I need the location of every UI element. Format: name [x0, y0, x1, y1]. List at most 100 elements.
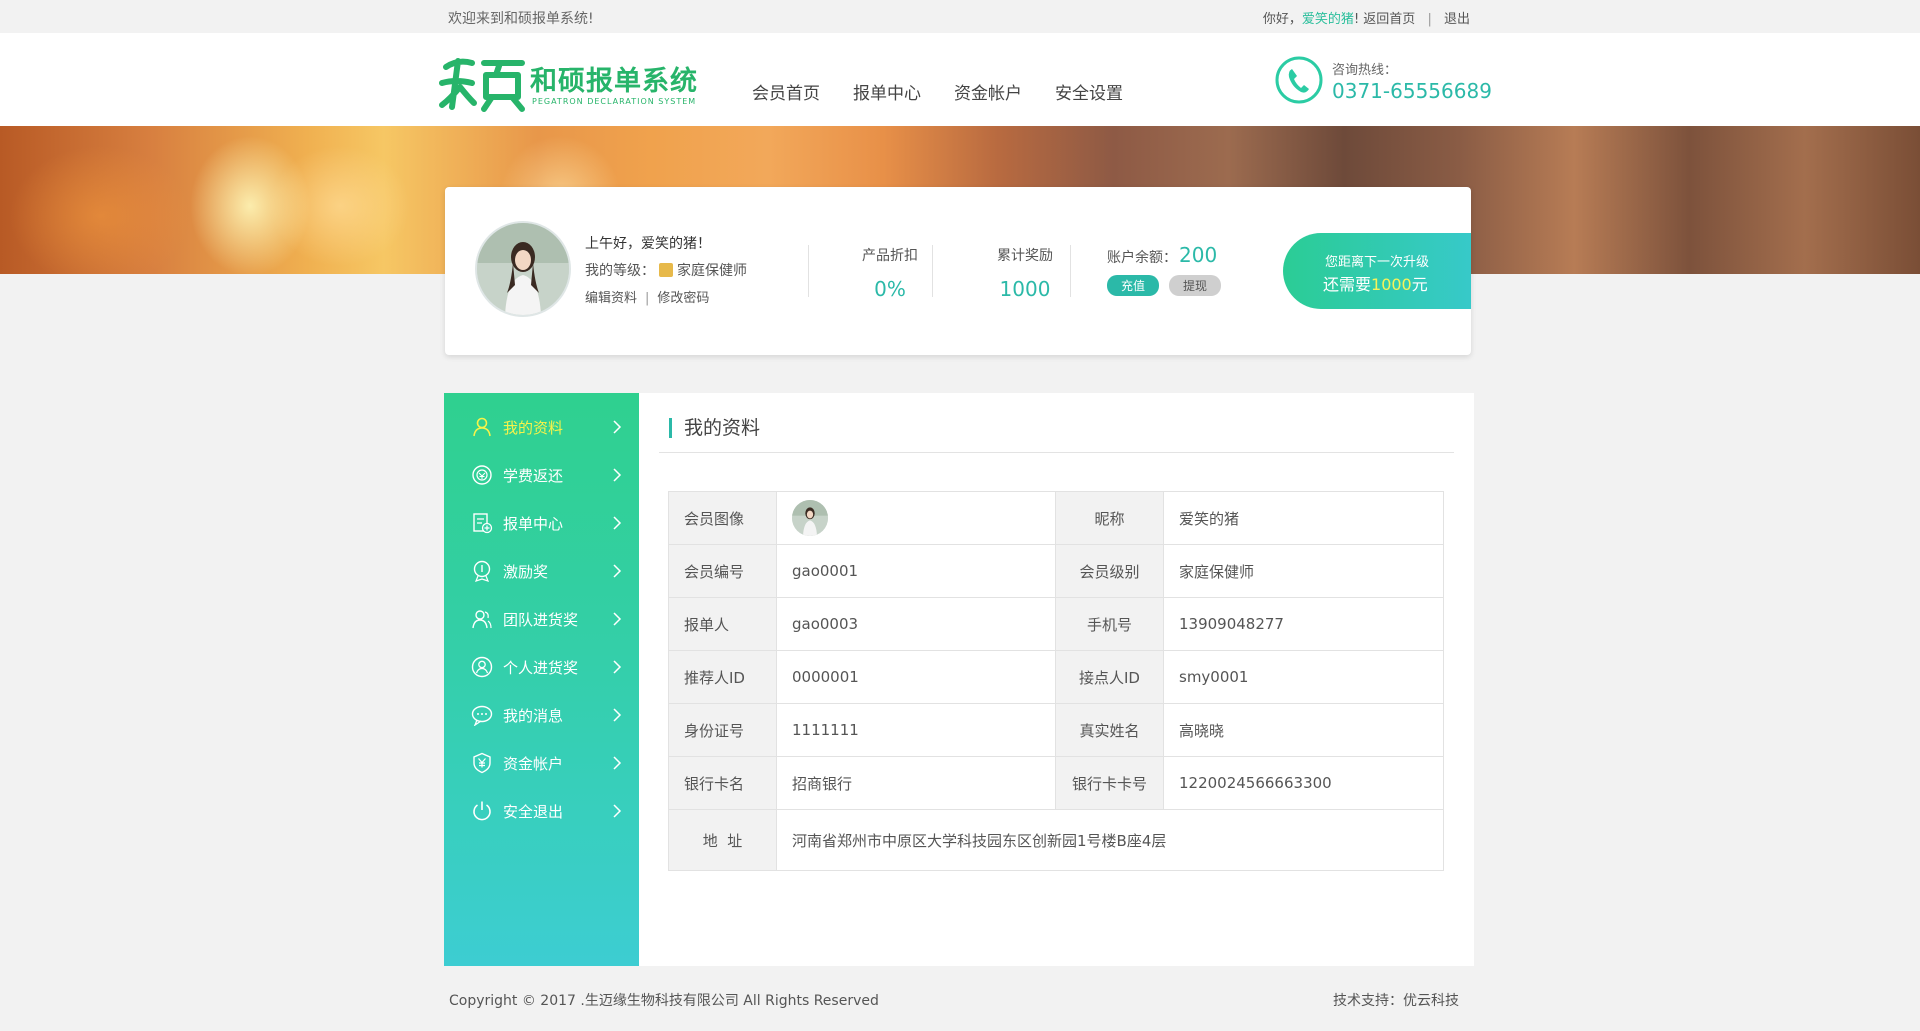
sidebar-item-safe-logout[interactable]: 安全退出: [444, 787, 639, 835]
field-value: 家庭保健师: [1163, 544, 1444, 598]
field-value: smy0001: [1163, 650, 1444, 704]
avatar-photo: [477, 223, 569, 315]
hotline-number: 0371-65556689: [1332, 79, 1492, 103]
field-value: 0000001: [776, 650, 1056, 704]
edit-profile-link[interactable]: 编辑资料: [585, 291, 637, 306]
sidebar-item-my-profile[interactable]: 我的资料: [444, 403, 639, 451]
sidebar-item-my-messages[interactable]: 我的消息: [444, 691, 639, 739]
sidebar-item-label: 报单中心: [503, 515, 564, 533]
refund-icon: [472, 465, 492, 485]
change-password-link[interactable]: 修改密码: [657, 291, 709, 306]
sidebar-item-incentive-award[interactable]: 激励奖: [444, 547, 639, 595]
sidebar-item-label: 团队进货奖: [503, 611, 579, 629]
medal-icon: [473, 560, 491, 582]
divider: [808, 245, 809, 297]
welcome-text: 欢迎来到和硕报单系统!: [448, 11, 594, 27]
home-link[interactable]: 返回首页: [1363, 12, 1415, 27]
discount-stat: 产品折扣 0%: [840, 245, 940, 301]
user-links: 你好，爱笑的猪! 返回首页 | 退出: [1263, 8, 1470, 27]
field-label: 推荐人ID: [668, 650, 777, 704]
field-value: gao0003: [776, 597, 1056, 651]
chevron-right-icon: [613, 612, 622, 626]
main-nav: 会员首页 报单中心 资金帐户 安全设置: [752, 79, 1123, 104]
sidebar-item-label: 激励奖: [503, 563, 549, 581]
field-label: 身份证号: [668, 703, 777, 757]
field-value: 河南省郑州市中原区大学科技园东区创新园1号楼B座4层: [776, 809, 1444, 871]
divider: [932, 245, 933, 297]
page-title: 我的资料: [669, 418, 760, 438]
field-label: 昵称: [1055, 491, 1164, 545]
level-badge-icon: [659, 263, 673, 277]
greeting-suffix: !: [1353, 12, 1360, 27]
sidebar-item-personal-purchase-award[interactable]: 个人进货奖: [444, 643, 639, 691]
sidebar-item-tuition-refund[interactable]: 学费返还: [444, 451, 639, 499]
avatar-photo: [792, 500, 828, 536]
withdraw-button[interactable]: 提现: [1169, 275, 1222, 296]
field-label: 银行卡卡号: [1055, 756, 1164, 810]
team-icon: [472, 610, 492, 629]
field-value: 13909048277: [1163, 597, 1444, 651]
avatar[interactable]: [475, 221, 571, 317]
greeting-prefix: 你好，: [1262, 12, 1302, 27]
header: 和硕报单系统 PEGATRON DECLARATION SYSTEM 会员首页 …: [0, 33, 1920, 126]
table-row: 报单人 gao0003 手机号 13909048277: [668, 597, 1444, 651]
avatar[interactable]: [792, 500, 828, 536]
field-value: 高晓晓: [1163, 703, 1444, 757]
chevron-right-icon: [613, 468, 622, 482]
discount-label: 产品折扣: [862, 248, 918, 264]
hotline-label: 咨询热线：: [1332, 63, 1398, 78]
sidebar-item-fund-account[interactable]: 资金帐户: [444, 739, 639, 787]
field-label: 手机号: [1055, 597, 1164, 651]
field-value: 招商银行: [776, 756, 1056, 810]
logout-link[interactable]: 退出: [1444, 12, 1470, 27]
field-value: 爱笑的猪: [1163, 491, 1444, 545]
upgrade-prefix: 还需要: [1323, 275, 1372, 294]
nav-security-settings[interactable]: 安全设置: [1055, 79, 1123, 104]
message-icon: [471, 705, 493, 726]
field-label: 银行卡名: [668, 756, 777, 810]
field-label: 真实姓名: [1055, 703, 1164, 757]
recharge-button[interactable]: 充值: [1107, 275, 1160, 296]
field-label: 地 址: [668, 809, 777, 871]
sidebar-item-label: 我的资料: [503, 419, 564, 437]
field-value: 1111111: [776, 703, 1056, 757]
yuan-shield-icon: [473, 752, 491, 774]
divider: [1070, 245, 1071, 297]
copyright-text: Copyright © 2017 .生迈缘生物科技有限公司 All Rights…: [449, 993, 879, 1009]
logo[interactable]: 和硕报单系统 PEGATRON DECLARATION SYSTEM: [438, 53, 708, 113]
profile-content-panel: 我的资料 会员图像 昵称 爱笑的猪 会员编号 gao0001 会员级别 家庭保健…: [639, 393, 1474, 966]
sidebar-item-team-purchase-award[interactable]: 团队进货奖: [444, 595, 639, 643]
username-link[interactable]: 爱笑的猪: [1302, 12, 1354, 27]
balance-label: 账户余额：: [1107, 250, 1177, 266]
nav-member-home[interactable]: 会员首页: [752, 79, 820, 104]
reward-stat: 累计奖励 1000: [975, 245, 1075, 301]
sidebar-item-order-center[interactable]: 报单中心: [444, 499, 639, 547]
account-balance: 账户余额： 200 充值 提现: [1107, 243, 1222, 296]
nav-fund-account[interactable]: 资金帐户: [954, 79, 1022, 104]
field-value: gao0001: [776, 544, 1056, 598]
phone-icon: [1275, 56, 1323, 104]
logo-mark-icon: [439, 58, 525, 112]
divider: |: [1427, 12, 1432, 27]
field-label: 报单人: [668, 597, 777, 651]
upgrade-banner: 您距离下一次升级 还需要1000元: [1283, 233, 1471, 309]
discount-value: 0%: [874, 277, 906, 301]
field-label: 会员编号: [668, 544, 777, 598]
reward-label: 累计奖励: [997, 248, 1053, 264]
profile-links: 编辑资料 | 修改密码: [585, 287, 709, 306]
greeting-text: 上午好，爱笑的猪！: [585, 236, 711, 252]
nav-order-center[interactable]: 报单中心: [853, 79, 921, 104]
table-row: 会员图像 昵称 爱笑的猪: [668, 491, 1444, 545]
field-value: 1220024566663300: [1163, 756, 1444, 810]
upgrade-suffix: 元: [1411, 275, 1428, 294]
profile-info-table: 会员图像 昵称 爱笑的猪 会员编号 gao0001 会员级别 家庭保健师 报单人…: [668, 491, 1444, 871]
field-label: 会员级别: [1055, 544, 1164, 598]
chevron-right-icon: [613, 756, 622, 770]
logo-subtitle: PEGATRON DECLARATION SYSTEM: [532, 97, 697, 106]
table-row: 地 址 河南省郑州市中原区大学科技园东区创新园1号楼B座4层: [668, 809, 1444, 871]
upgrade-amount: 1000: [1371, 275, 1412, 294]
user-icon: [473, 417, 491, 437]
field-label: 接点人ID: [1055, 650, 1164, 704]
balance-value: 200: [1179, 243, 1218, 267]
chevron-right-icon: [613, 564, 622, 578]
